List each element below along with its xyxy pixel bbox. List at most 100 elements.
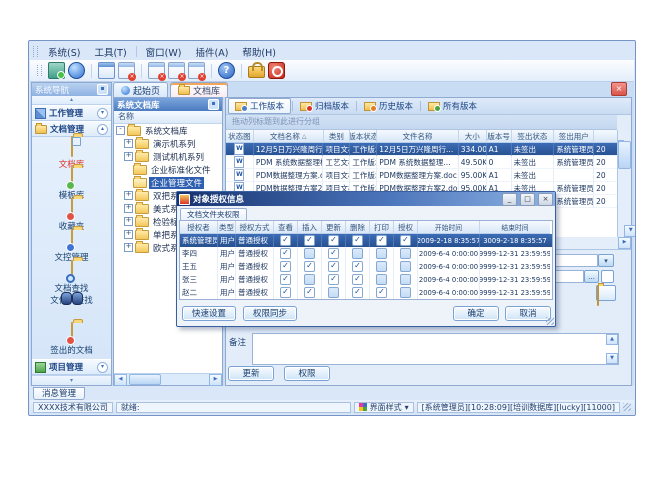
column-header[interactable]: 签出状态 [512, 130, 555, 143]
delete-checkbox[interactable]: ✓ [346, 234, 370, 247]
update-checkbox[interactable] [322, 286, 346, 299]
checkbox-icon[interactable]: ✓ [304, 235, 315, 246]
delete-checkbox[interactable]: ✓ [346, 260, 370, 273]
close-tab-icon[interactable]: × [611, 82, 627, 96]
remark-textarea[interactable]: ▲ ▼ [252, 333, 619, 365]
insert-checkbox[interactable]: ✓ [298, 234, 322, 247]
detail-checkbox[interactable] [601, 270, 614, 283]
checkbox-icon[interactable]: ✓ [376, 287, 387, 298]
ui-style-selector[interactable]: 界面样式 ▾ [354, 402, 414, 413]
column-header[interactable] [594, 130, 617, 143]
sidebar-item-templates[interactable]: 模板库 [32, 167, 111, 198]
print-checkbox[interactable] [370, 247, 394, 260]
scroll-right-icon[interactable]: ▶ [618, 237, 631, 249]
checkbox-icon[interactable]: ✓ [280, 235, 291, 246]
expand-icon[interactable]: + [124, 243, 133, 252]
window-icon[interactable] [118, 62, 135, 79]
checkbox-icon[interactable] [352, 248, 363, 259]
checkbox-icon[interactable]: ✓ [376, 235, 387, 246]
update-checkbox[interactable]: ✓ [322, 234, 346, 247]
checkbox-icon[interactable]: ✓ [280, 261, 291, 272]
column-header[interactable]: 删除 [346, 221, 370, 234]
checkbox-icon[interactable]: ✓ [328, 261, 339, 272]
chevron-down-icon[interactable]: ▾ [97, 108, 108, 119]
scrollbar-thumb[interactable] [129, 374, 161, 385]
close-other-icon[interactable] [188, 62, 205, 79]
lock-icon[interactable] [248, 66, 265, 78]
tab-document-library[interactable]: 文档库 [170, 82, 228, 97]
view-checkbox[interactable]: ✓ [274, 260, 298, 273]
expand-icon[interactable]: + [124, 204, 133, 213]
grant-checkbox[interactable] [394, 247, 418, 260]
insert-checkbox[interactable]: ✓ [298, 286, 322, 299]
chevron-up-icon[interactable]: ▴ [97, 124, 108, 135]
dialog-resize-grip[interactable] [546, 317, 554, 325]
table-row[interactable]: W PDM数据整理方案.doc 项目文档 工作版本 PDM数据整理方案.doc … [226, 169, 617, 182]
close-all-icon[interactable] [168, 62, 185, 79]
sidebar-collapse-strip[interactable]: ▴ [32, 96, 111, 105]
tree-horizontal-scrollbar[interactable]: ◀ ▶ [114, 373, 222, 385]
permission-sync-button[interactable]: 权限同步 [243, 306, 297, 321]
view-checkbox[interactable]: ✓ [274, 273, 298, 286]
group-by-bar[interactable]: 拖动列标题到此进行分组 [226, 115, 617, 130]
tree-node[interactable]: + 演示机系列 [114, 137, 222, 150]
column-header[interactable]: 更新 [322, 221, 346, 234]
pin-icon[interactable]: ▪ [208, 99, 219, 110]
expand-icon[interactable]: + [124, 139, 133, 148]
column-header-sorted[interactable]: 文档名称△ [254, 130, 324, 143]
tab-work-version[interactable]: 工作版本 [228, 98, 291, 114]
insert-checkbox[interactable] [298, 273, 322, 286]
checkbox-icon[interactable]: ✓ [304, 261, 315, 272]
menu-help[interactable]: 帮助(H) [235, 44, 283, 60]
tab-all-versions[interactable]: 所有版本 [422, 99, 483, 113]
dropdown-icon[interactable]: ▾ [598, 254, 614, 267]
grant-checkbox[interactable] [394, 286, 418, 299]
sidebar-section-project[interactable]: 项目管理 ▾ [32, 359, 111, 375]
grant-checkbox[interactable] [394, 260, 418, 273]
tree-node-selected[interactable]: 企业管理文件 [114, 176, 222, 189]
grant-checkbox[interactable] [394, 273, 418, 286]
checkbox-icon[interactable] [400, 287, 411, 298]
tab-history-version[interactable]: 历史版本 [358, 99, 419, 113]
ok-button[interactable]: 确定 [453, 306, 499, 321]
sidebar-item-doclib[interactable]: 文档库 [32, 136, 111, 167]
column-header[interactable]: 版本状态 [350, 130, 377, 143]
table-row[interactable]: W PDM 系统数据整理检... 工艺文档 工作版本 PDM 系统数据整理...… [226, 156, 617, 169]
new-window-icon[interactable] [98, 62, 115, 79]
checkbox-icon[interactable]: ✓ [280, 248, 291, 259]
globe-icon[interactable] [68, 62, 85, 79]
column-header[interactable]: 版本号 [487, 130, 512, 143]
column-header[interactable]: 类型 [218, 221, 236, 234]
column-header[interactable]: 签出用户 [554, 130, 594, 143]
view-checkbox[interactable]: ✓ [274, 234, 298, 247]
chevron-down-icon[interactable]: ▾ [97, 362, 108, 373]
permission-row[interactable]: 赵二 用户 普通授权 ✓ ✓ ✓ ✓ 2009-6-4 0:00:00 9999… [180, 286, 552, 299]
folder-browse-button[interactable] [596, 285, 616, 301]
update-button[interactable]: 更新 [228, 366, 274, 381]
collapse-icon[interactable]: - [116, 126, 125, 135]
print-checkbox[interactable] [370, 260, 394, 273]
scroll-left-icon[interactable]: ◀ [114, 374, 127, 386]
menu-system[interactable]: 系统(S) [41, 44, 87, 60]
permission-row[interactable]: 李四 用户 普通授权 ✓ ✓ 2009-6-4 0:00:00 9999-12-… [180, 247, 552, 260]
print-checkbox[interactable]: ✓ [370, 286, 394, 299]
permission-row[interactable]: 王五 用户 普通授权 ✓ ✓ ✓ ✓ 2009-6-4 0:00:00 9999… [180, 260, 552, 273]
scroll-down-icon[interactable]: ▼ [624, 225, 636, 237]
column-header[interactable]: 授权方式 [236, 221, 274, 234]
column-header[interactable]: 文件名称 [377, 130, 459, 143]
sidebar-section-work[interactable]: 工作管理 ▾ [32, 105, 111, 121]
tree-column-header[interactable]: 名称 [114, 111, 222, 124]
checkbox-icon[interactable]: ✓ [352, 261, 363, 272]
checkbox-icon[interactable]: ✓ [304, 287, 315, 298]
checkbox-icon[interactable]: ✓ [280, 274, 291, 285]
menu-plugins[interactable]: 插件(A) [188, 44, 235, 60]
tree-node[interactable]: 企业标准化文件 [114, 163, 222, 176]
table-row[interactable]: W 12月5日万兴隆周行... 项目文档 工作版本 12月5日万兴隆周行... … [226, 143, 617, 156]
expand-icon[interactable]: + [124, 230, 133, 239]
delete-checkbox[interactable]: ✓ [346, 273, 370, 286]
cancel-button[interactable]: 取消 [505, 306, 551, 321]
grid-vertical-scrollbar[interactable]: ▲ ▼ [617, 130, 631, 237]
message-management-tab[interactable]: 消息管理 [33, 387, 85, 400]
checkbox-icon[interactable]: ✓ [328, 235, 339, 246]
close-doc-icon[interactable] [148, 62, 165, 79]
